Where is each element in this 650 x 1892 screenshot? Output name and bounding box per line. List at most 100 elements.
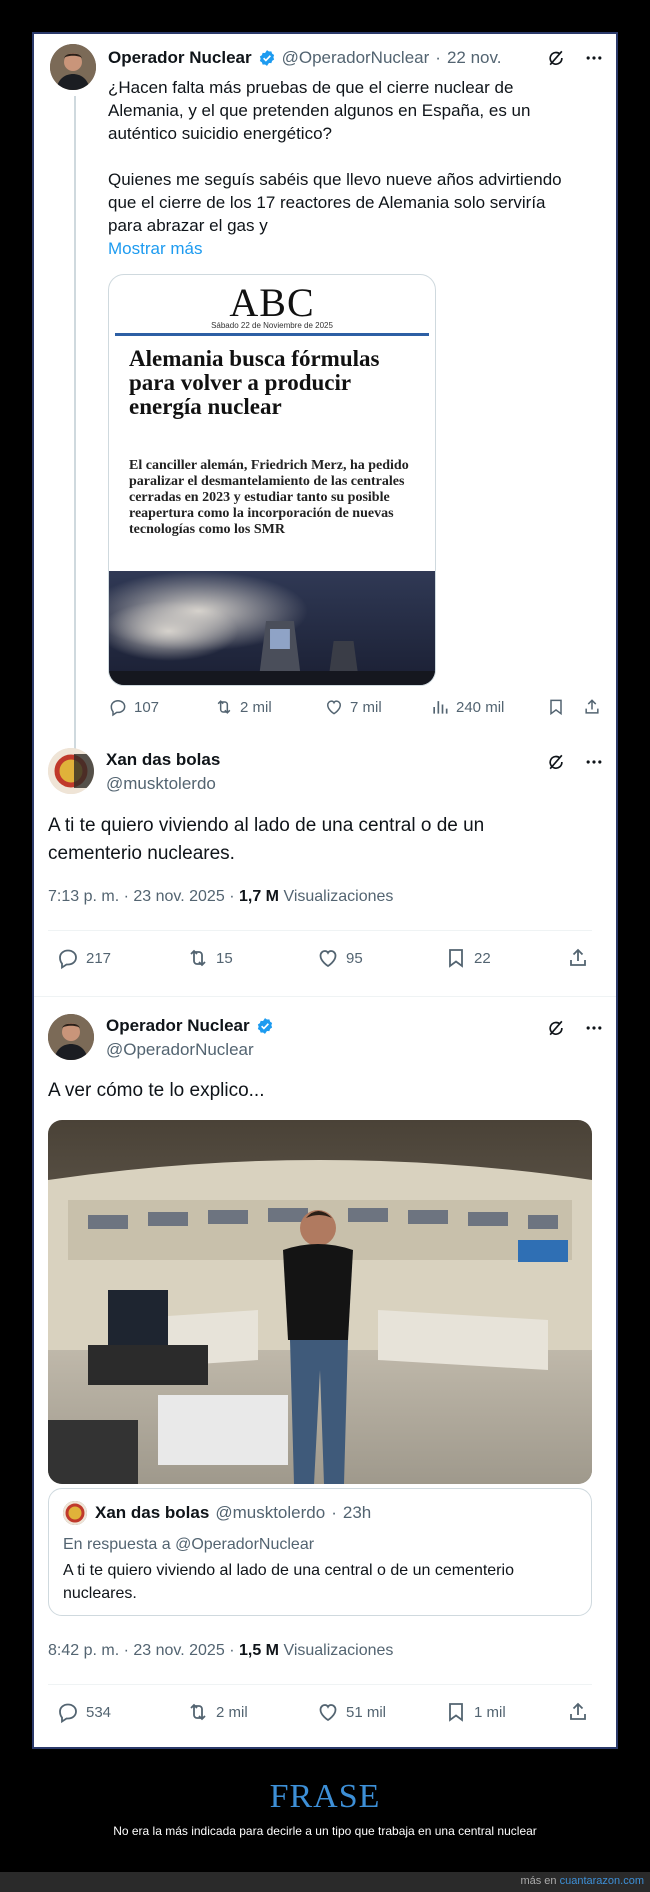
tweet-header: Operador Nuclear @OperadorNuclear · 22 n…	[108, 48, 501, 68]
reply-button[interactable]: 534	[56, 1700, 186, 1724]
repost-button[interactable]: 2 mil	[214, 697, 324, 717]
repost-icon	[186, 946, 210, 970]
share-button[interactable]	[566, 1700, 590, 1724]
quoted-author-handle: @musktolerdo	[215, 1503, 326, 1522]
tweet-time[interactable]: 7:13 p. m.	[48, 888, 119, 905]
tweet-date[interactable]: 22 nov.	[447, 48, 502, 68]
divider	[34, 996, 616, 997]
like-button[interactable]: 51 mil	[316, 1700, 444, 1724]
author-name[interactable]: Operador Nuclear	[108, 48, 252, 68]
abc-logo: ABC	[229, 280, 315, 325]
newspaper-headline: Alemania busca fórmulas para volver a pr…	[129, 346, 380, 419]
tweet-header: Xan das bolas	[106, 750, 220, 770]
author-name[interactable]: Xan das bolas	[106, 750, 220, 770]
quoted-author-name: Xan das bolas	[95, 1503, 210, 1522]
verified-badge-icon	[256, 1017, 274, 1035]
bookmark-button[interactable]: 1 mil	[444, 1700, 566, 1724]
repost-icon	[186, 1700, 210, 1724]
views-count: 1,7 M	[238, 888, 279, 905]
views-label: Visualizaciones	[283, 888, 394, 905]
bookmark-icon	[546, 697, 566, 717]
meme-description: No era la más indicada para decirle a un…	[113, 1824, 537, 1838]
meme-title: FRASE	[269, 1778, 381, 1815]
tweet-actions: 217 15 95 22	[56, 946, 590, 970]
tweet-time[interactable]: 8:42 p. m.	[48, 1642, 119, 1659]
reply-icon	[56, 1700, 80, 1724]
author-handle[interactable]: @musktolerdo	[106, 774, 216, 794]
bookmark-button[interactable]	[546, 697, 582, 717]
avatar-operador-nuclear[interactable]	[48, 1014, 94, 1060]
bookmark-icon	[444, 946, 468, 970]
share-icon	[582, 697, 602, 717]
post-frame: Operador Nuclear @OperadorNuclear · 22 n…	[32, 32, 618, 1749]
divider	[48, 930, 592, 931]
share-icon	[566, 946, 590, 970]
like-icon	[316, 1700, 340, 1724]
like-button[interactable]: 95	[316, 946, 444, 970]
tweet-text: A ti te quiero viviendo al lado de una c…	[48, 815, 485, 864]
repost-icon	[214, 697, 234, 717]
share-button[interactable]	[566, 946, 590, 970]
grok-icon[interactable]	[546, 48, 566, 68]
quoted-avatar	[63, 1501, 87, 1525]
tweet-actions: 534 2 mil 51 mil 1 mil	[56, 1700, 590, 1724]
author-name[interactable]: Operador Nuclear	[106, 1016, 250, 1036]
control-room-photo[interactable]	[48, 1120, 592, 1484]
quoted-tweet[interactable]: Xan das bolas @musktolerdo · 23h En resp…	[48, 1488, 592, 1616]
author-handle[interactable]: @OperadorNuclear	[282, 48, 430, 68]
share-button[interactable]	[582, 697, 602, 717]
tweet-meta: 7:13 p. m. · 23 nov. 2025 · 1,7 M Visual…	[48, 888, 394, 905]
grok-icon[interactable]	[546, 752, 566, 772]
views-icon	[430, 697, 450, 717]
more-options-icon[interactable]	[584, 752, 604, 772]
tweet-full-date[interactable]: 23 nov. 2025	[133, 888, 224, 905]
views-label: Visualizaciones	[283, 1642, 394, 1659]
verified-badge-icon	[258, 49, 276, 67]
tweet-text: ¿Hacen falta más pruebas de que el cierr…	[108, 76, 608, 260]
bookmark-icon	[444, 1700, 468, 1724]
site-footer-bar: más en cuantarazon.com	[0, 1872, 650, 1892]
tweet-original[interactable]: Operador Nuclear @OperadorNuclear · 22 n…	[34, 34, 616, 768]
tweet-header: Operador Nuclear	[106, 1016, 274, 1036]
grok-icon[interactable]	[546, 1018, 566, 1038]
site-link[interactable]: más en cuantarazon.com	[520, 1875, 644, 1887]
more-options-icon[interactable]	[584, 1018, 604, 1038]
tweet-meta: 8:42 p. m. · 23 nov. 2025 · 1,5 M Visual…	[48, 1642, 394, 1659]
reply-button[interactable]: 217	[56, 946, 186, 970]
quoted-text: A ti te quiero viviendo al lado de una c…	[63, 1562, 514, 1602]
reply-button[interactable]: 107	[108, 697, 214, 717]
newspaper-subheadline: El canciller alemán, Friedrich Merz, ha …	[129, 458, 409, 537]
bookmark-button[interactable]: 22	[444, 946, 566, 970]
cooling-tower-photo	[109, 571, 435, 685]
tweet-full-date[interactable]: 23 nov. 2025	[133, 1642, 224, 1659]
views-count: 1,5 M	[238, 1642, 279, 1659]
more-options-icon[interactable]	[584, 48, 604, 68]
reply-icon	[108, 697, 128, 717]
thread-connector-line	[74, 96, 76, 768]
tweet-handle-row: @OperadorNuclear	[106, 1040, 254, 1060]
show-more-link[interactable]: Mostrar más	[108, 237, 608, 260]
divider	[48, 1684, 592, 1685]
avatar-xan-das-bolas[interactable]	[48, 748, 94, 794]
views-button[interactable]: 240 mil	[430, 697, 546, 717]
share-icon	[566, 1700, 590, 1724]
repost-button[interactable]: 15	[186, 946, 316, 970]
quoted-header: Xan das bolas @musktolerdo · 23h	[95, 1503, 372, 1522]
like-icon	[316, 946, 340, 970]
separator-dot: ·	[435, 48, 441, 67]
tweet-actions: 107 2 mil 7 mil 240 mil	[108, 697, 610, 717]
avatar-operador-nuclear[interactable]	[50, 44, 96, 90]
quoted-reply-to: En respuesta a @OperadorNuclear	[63, 1536, 315, 1553]
quoted-age: 23h	[342, 1503, 372, 1522]
like-icon	[324, 697, 344, 717]
reply-icon	[56, 946, 80, 970]
news-image-card[interactable]: ABC Sábado 22 de Noviembre de 2025 Alema…	[108, 274, 436, 686]
tweet-text: A ver cómo te lo explico...	[48, 1080, 265, 1101]
newspaper-rule	[115, 333, 429, 336]
repost-button[interactable]: 2 mil	[186, 1700, 316, 1724]
like-button[interactable]: 7 mil	[324, 697, 430, 717]
author-handle[interactable]: @OperadorNuclear	[106, 1040, 254, 1060]
tweet-handle-row: @musktolerdo	[106, 774, 216, 794]
site-name[interactable]: cuantarazon.com	[560, 1875, 644, 1887]
newspaper-date: Sábado 22 de Noviembre de 2025	[211, 321, 333, 330]
